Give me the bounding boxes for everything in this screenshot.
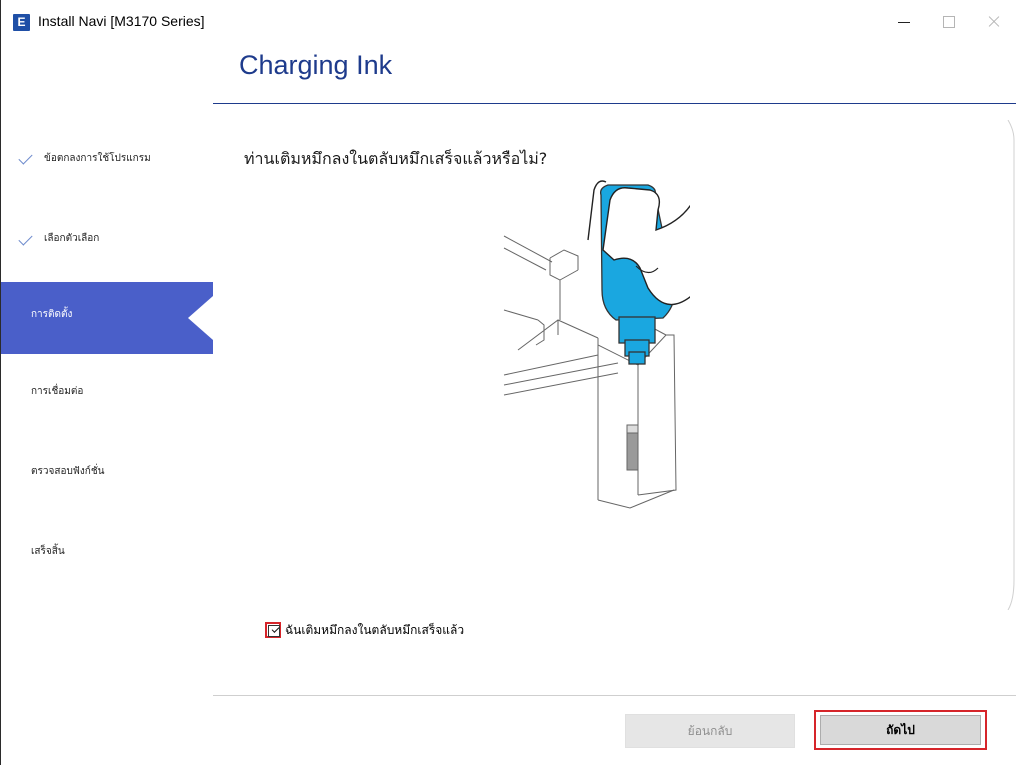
- maximize-icon: [943, 16, 955, 28]
- step-label: ข้อตกลงการใช้โปรแกรม: [44, 153, 151, 164]
- step-installation: การติดตั้ง: [1, 282, 213, 354]
- active-step-pointer: [188, 296, 213, 340]
- confirm-checkbox[interactable]: [268, 625, 280, 637]
- step-connection: การเชื่อมต่อ: [1, 359, 213, 429]
- checkbox-highlight[interactable]: [265, 622, 281, 638]
- ink-bottle-refill-illustration: [503, 180, 690, 509]
- app-icon: E: [13, 14, 30, 31]
- step-sidebar: ข้อตกลงการใช้โปรแกรม เลือกตัวเลือก การติ…: [1, 104, 213, 765]
- step-label: เลือกตัวเลือก: [44, 233, 100, 244]
- footer-divider: [213, 695, 1016, 696]
- window-title: Install Navi [M3170 Series]: [38, 13, 205, 29]
- minimize-button[interactable]: [887, 8, 921, 36]
- confirm-checkbox-row[interactable]: ฉันเติมหมึกลงในตลับหมึกเสร็จแล้ว: [265, 621, 464, 639]
- step-label: การติดตั้ง: [31, 309, 73, 320]
- minimize-icon: [898, 21, 910, 23]
- close-button[interactable]: [977, 8, 1011, 36]
- step-label: ตรวจสอบฟังก์ชั่น: [31, 466, 105, 477]
- step-select-options: เลือกตัวเลือก: [1, 207, 213, 277]
- next-button[interactable]: ถัดไป: [820, 715, 981, 745]
- step-label: เสร็จสิ้น: [31, 546, 65, 557]
- step-check-functions: ตรวจสอบฟังก์ชั่น: [1, 439, 213, 509]
- scroll-edge: [1007, 120, 1015, 610]
- title-bar: E Install Navi [M3170 Series]: [1, 0, 1016, 42]
- step-license-agreement: ข้อตกลงการใช้โปรแกรม: [1, 126, 213, 196]
- step-label: การเชื่อมต่อ: [31, 386, 84, 397]
- close-icon: [987, 15, 1001, 29]
- maximize-button[interactable]: [932, 8, 966, 36]
- checkmark-icon: [18, 231, 33, 246]
- checkmark-icon: [18, 150, 33, 165]
- title-divider: [213, 103, 1016, 104]
- checkmark-icon: [271, 625, 280, 633]
- step-finish: เสร็จสิ้น: [1, 519, 213, 589]
- page-title: Charging Ink: [239, 50, 393, 80]
- question-text: ท่านเติมหมึกลงในตลับหมึกเสร็จแล้วหรือไม่…: [244, 149, 548, 168]
- back-button[interactable]: ย้อนกลับ: [625, 714, 795, 748]
- confirm-checkbox-label[interactable]: ฉันเติมหมึกลงในตลับหมึกเสร็จแล้ว: [285, 621, 464, 640]
